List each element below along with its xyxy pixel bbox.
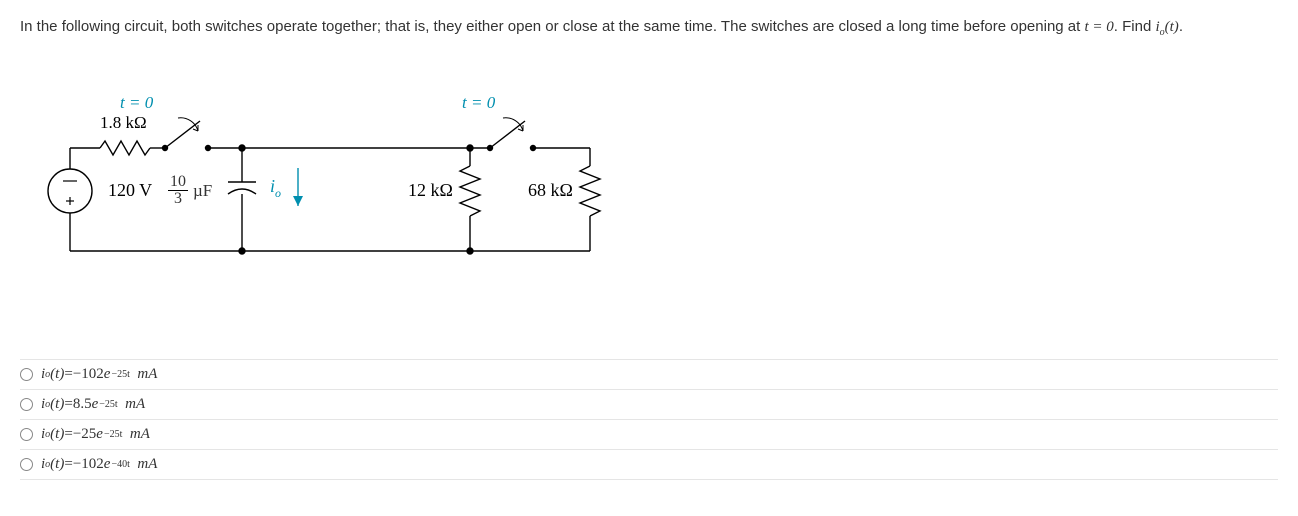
problem-prefix: In the following circuit, both switches …	[20, 18, 1084, 35]
r-series-label: 1.8 kΩ	[100, 113, 147, 132]
opt-unit: mA	[130, 456, 158, 473]
option-2[interactable]: io(t) = 8.5e−25t mA	[20, 390, 1278, 420]
svg-text:120 V: 120 V	[108, 180, 152, 200]
option-math: io(t) = −25e−25t mA	[41, 426, 150, 443]
svg-text:12 kΩ: 12 kΩ	[408, 180, 453, 200]
find-arg: (t)	[1165, 19, 1179, 35]
opt-eq: =	[64, 396, 72, 413]
switch1-label: t = 0	[120, 93, 154, 112]
io-o: o	[275, 186, 281, 200]
radio-icon[interactable]	[20, 368, 33, 381]
opt-unit: mA	[118, 396, 146, 413]
vsrc-label: 120 V	[108, 180, 152, 200]
opt-unit: mA	[130, 366, 158, 383]
problem-time-eq: t = 0	[1084, 19, 1113, 35]
option-3[interactable]: io(t) = −25e−25t mA	[20, 420, 1278, 450]
switch2-label: t = 0	[462, 93, 496, 112]
svg-text:1.8 kΩ: 1.8 kΩ	[100, 113, 147, 132]
radio-icon[interactable]	[20, 398, 33, 411]
cap-den: 3	[172, 191, 184, 207]
opt-eq: =	[64, 366, 72, 383]
opt-exp: −25t	[104, 429, 122, 440]
cap-label: 10 3 µF	[166, 174, 246, 207]
opt-arg: (t)	[50, 396, 64, 413]
option-math: io(t) = −102e−25t mA	[41, 366, 157, 383]
option-4[interactable]: io(t) = −102e−40t mA	[20, 450, 1278, 480]
opt-exp: −25t	[99, 399, 117, 410]
opt-arg: (t)	[50, 366, 64, 383]
problem-suffix2: .	[1179, 18, 1183, 35]
opt-exp: −25t	[111, 369, 129, 380]
opt-coef: −25	[73, 426, 96, 443]
opt-unit: mA	[122, 426, 150, 443]
cap-unit: µF	[193, 181, 212, 201]
problem-statement: In the following circuit, both switches …	[20, 16, 1278, 40]
r68k-label: 68 kΩ	[528, 180, 573, 200]
opt-arg: (t)	[50, 426, 64, 443]
opt-coef: 8.5	[73, 396, 92, 413]
opt-arg: (t)	[50, 456, 64, 473]
opt-eq: =	[64, 426, 72, 443]
svg-text:t = 0: t = 0	[120, 93, 154, 112]
problem-suffix1: . Find	[1114, 18, 1156, 35]
option-math: io(t) = −102e−40t mA	[41, 456, 157, 473]
opt-coef: −102	[73, 456, 104, 473]
radio-icon[interactable]	[20, 428, 33, 441]
option-1[interactable]: io(t) = −102e−25t mA	[20, 359, 1278, 390]
opt-exp: −40t	[111, 459, 129, 470]
option-math: io(t) = 8.5e−25t mA	[41, 396, 145, 413]
svg-text:t = 0: t = 0	[462, 93, 496, 112]
answer-options: io(t) = −102e−25t mA io(t) = 8.5e−25t mA…	[20, 359, 1278, 480]
r12k-label: 12 kΩ	[408, 180, 453, 200]
opt-coef: −102	[73, 366, 104, 383]
svg-text:68 kΩ: 68 kΩ	[528, 180, 573, 200]
cap-num: 10	[168, 174, 188, 191]
radio-icon[interactable]	[20, 458, 33, 471]
svg-text:io: io	[270, 176, 281, 200]
circuit-figure: 120 V 1.8 kΩ t = 0	[30, 56, 1278, 299]
opt-eq: =	[64, 456, 72, 473]
